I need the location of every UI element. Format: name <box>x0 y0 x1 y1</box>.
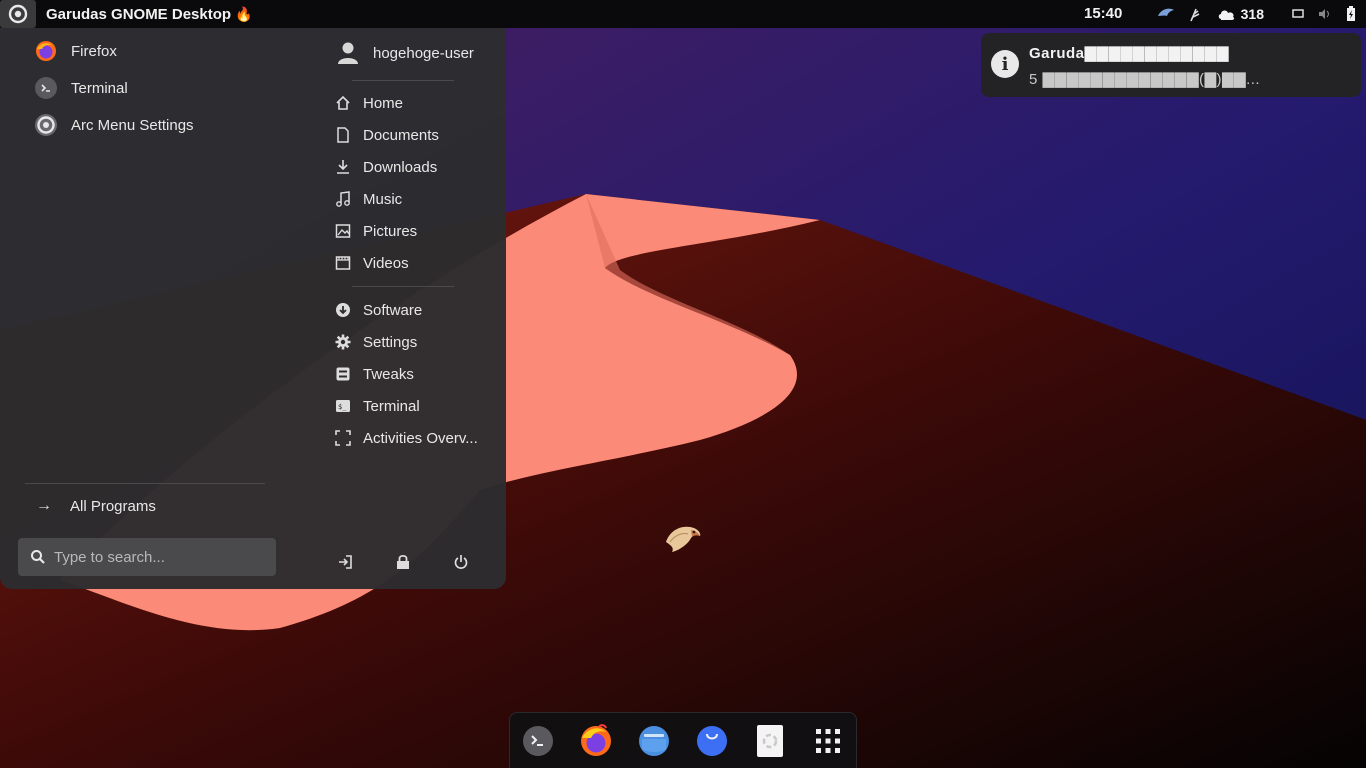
power-icon <box>454 555 468 569</box>
document-icon <box>334 126 352 144</box>
pictures-icon <box>334 222 352 240</box>
place-label: Home <box>363 94 404 112</box>
files-icon <box>639 726 669 756</box>
download-icon <box>334 158 352 176</box>
place-home[interactable]: Home <box>334 91 403 115</box>
dock-trash[interactable] <box>753 724 787 758</box>
place-pictures[interactable]: Pictures <box>334 219 417 243</box>
software-icon <box>334 301 352 319</box>
username: hogehoge-user <box>373 44 474 62</box>
search-box[interactable] <box>18 538 276 576</box>
terminal-icon: $_ <box>334 397 352 415</box>
place-label: Music <box>363 190 403 208</box>
place-label: Downloads <box>363 158 438 176</box>
system-activities-overview[interactable]: Activities Overv... <box>334 426 478 450</box>
screen-icon[interactable] <box>1292 9 1304 19</box>
power-button[interactable] <box>451 552 471 572</box>
dock-firefox[interactable] <box>579 724 613 758</box>
right-separator-top <box>352 80 454 81</box>
search-icon <box>31 550 45 564</box>
pinned-label: Firefox <box>71 42 117 60</box>
place-label: Videos <box>363 254 409 272</box>
arc-menu-icon <box>8 4 28 24</box>
arc-menu-popup: Firefox Terminal Arc Menu Settings → All… <box>0 27 506 589</box>
system-label: Activities Overv... <box>363 429 478 447</box>
dock-files[interactable] <box>637 724 671 758</box>
firefox-icon <box>34 39 58 63</box>
trash-icon <box>757 725 783 757</box>
avatar <box>338 42 358 64</box>
system-software[interactable]: Software <box>334 298 422 322</box>
system-label: Tweaks <box>363 365 414 383</box>
volume-icon[interactable] <box>1318 8 1332 20</box>
search-input[interactable] <box>54 548 254 566</box>
videos-icon <box>334 254 352 272</box>
software-store-icon <box>697 726 727 756</box>
place-music[interactable]: Music <box>334 187 402 211</box>
pinned-firefox[interactable]: Firefox <box>34 37 117 65</box>
arc-menu-settings-icon <box>34 113 58 137</box>
battery-icon[interactable] <box>1346 6 1356 22</box>
app-menu-title[interactable]: Garudas GNOME Desktop 🔥 <box>46 6 252 23</box>
right-separator-mid <box>352 286 454 287</box>
notification-body: 5 ▇▇▇▇▇▇▇▇▇▇▇▇▇(▇)▇▇... <box>1029 71 1261 88</box>
garuda-eagle-icon <box>664 522 702 559</box>
activities-icon <box>334 429 352 447</box>
pinned-label: Arc Menu Settings <box>71 116 194 134</box>
pinned-terminal[interactable]: Terminal <box>34 74 128 102</box>
system-label: Software <box>363 301 423 319</box>
top-panel: Garudas GNOME Desktop 🔥 15:40 318 <box>0 0 1366 28</box>
left-separator <box>25 483 265 484</box>
firefox-icon <box>581 724 611 756</box>
arc-menu-button[interactable] <box>0 0 36 28</box>
place-downloads[interactable]: Downloads <box>334 155 437 179</box>
notification-banner[interactable]: i Garuda▇▇▇▇▇▇▇▇▇▇▇▇ 5 ▇▇▇▇▇▇▇▇▇▇▇▇▇(▇)▇… <box>981 33 1361 97</box>
flame-emoji: 🔥 <box>235 5 253 22</box>
clock[interactable]: 15:40 <box>1084 0 1122 28</box>
dock-app-grid[interactable] <box>811 724 845 758</box>
pinned-label: Terminal <box>71 79 128 97</box>
svg-text:$_: $_ <box>338 403 347 411</box>
system-terminal[interactable]: $_ Terminal <box>334 394 420 418</box>
info-icon: i <box>991 50 1019 78</box>
music-icon <box>334 190 352 208</box>
feather-icon[interactable] <box>1189 6 1203 22</box>
place-label: Documents <box>363 126 439 144</box>
pinned-arc-menu-settings[interactable]: Arc Menu Settings <box>34 111 194 139</box>
weather-icon <box>1218 10 1234 20</box>
place-videos[interactable]: Videos <box>334 251 409 275</box>
place-documents[interactable]: Documents <box>334 123 439 147</box>
all-programs-label: All Programs <box>70 497 156 515</box>
notification-title: Garuda▇▇▇▇▇▇▇▇▇▇▇▇ <box>1029 45 1229 62</box>
weather-count: 318 <box>1240 6 1264 22</box>
lock-button[interactable] <box>393 552 413 572</box>
home-icon <box>334 94 352 112</box>
log-out-button[interactable] <box>335 552 355 572</box>
dock-software-store[interactable] <box>695 724 729 758</box>
terminal-icon <box>34 76 58 100</box>
weather-indicator[interactable]: 318 <box>1217 6 1264 22</box>
system-tray: 318 <box>1157 0 1356 28</box>
tweaks-icon <box>334 365 352 383</box>
gear-icon <box>334 333 352 351</box>
garuda-bird-icon[interactable] <box>1157 7 1175 21</box>
terminal-icon <box>523 726 553 756</box>
system-label: Settings <box>363 333 418 351</box>
dock-terminal[interactable] <box>521 724 555 758</box>
place-label: Pictures <box>363 222 418 240</box>
system-settings[interactable]: Settings <box>334 330 417 354</box>
log-out-icon <box>339 555 352 569</box>
system-label: Terminal <box>363 397 420 415</box>
app-grid-icon <box>816 729 840 753</box>
lock-icon <box>397 554 409 569</box>
system-tweaks[interactable]: Tweaks <box>334 362 414 386</box>
user-button[interactable]: hogehoge-user <box>337 40 474 66</box>
all-programs-button[interactable]: → All Programs <box>36 494 156 518</box>
dock <box>509 712 857 768</box>
app-title-text: Garudas GNOME Desktop <box>46 5 232 23</box>
arrow-right-icon: → <box>36 497 52 514</box>
